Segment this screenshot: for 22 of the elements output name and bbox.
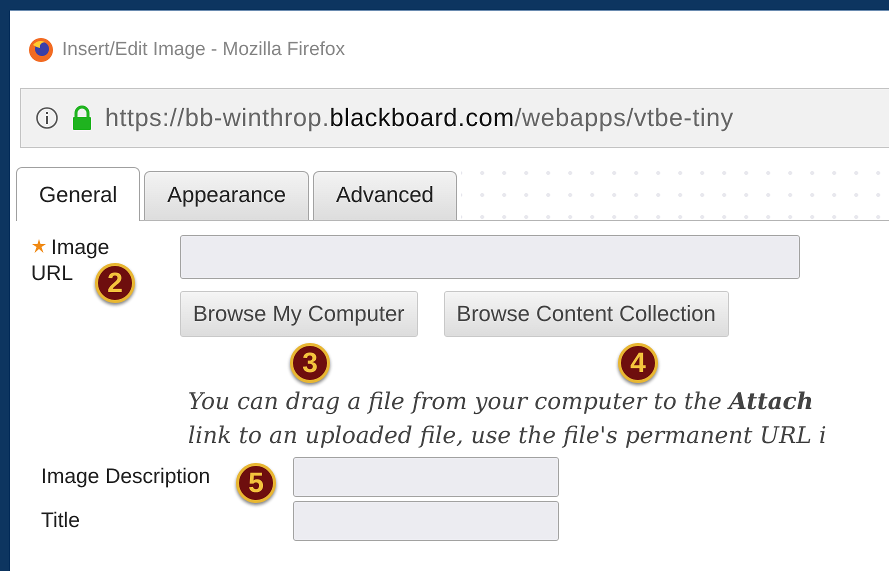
number-badge: 5 <box>236 463 276 503</box>
help-text: You can drag a file from your computer to the Attach <box>188 387 814 417</box>
window-title: Insert/Edit Image - Mozilla Firefox <box>62 38 345 60</box>
browse-button[interactable]: Browse My Computer <box>180 291 418 337</box>
input-field[interactable] <box>180 235 800 279</box>
tab[interactable]: Advanced <box>312 171 457 220</box>
lock-icon <box>71 105 93 131</box>
input-field[interactable] <box>293 457 559 497</box>
number-badge: 4 <box>618 343 658 383</box>
number-badge: 3 <box>290 343 330 383</box>
browser-logo-icon <box>28 36 54 62</box>
input-field[interactable] <box>293 501 559 541</box>
field-label: Image Description <box>41 465 210 489</box>
tab[interactable]: Appearance <box>144 171 309 220</box>
number-badge: 2 <box>95 263 135 303</box>
tab[interactable]: General <box>16 167 140 221</box>
help-text: link to an uploaded file, use the file's permanent URL i <box>188 422 828 451</box>
info-icon[interactable] <box>35 106 59 130</box>
field-label: Title <box>41 509 80 533</box>
browse-button[interactable]: Browse Content Collection <box>444 291 729 337</box>
url-text: https://bb-winthrop.blackboard.com/webapps/vtbe-tiny <box>105 104 734 132</box>
address-bar[interactable]: https://bb-winthrop.blackboard.com/webapps/vtbe-tiny <box>20 88 889 148</box>
